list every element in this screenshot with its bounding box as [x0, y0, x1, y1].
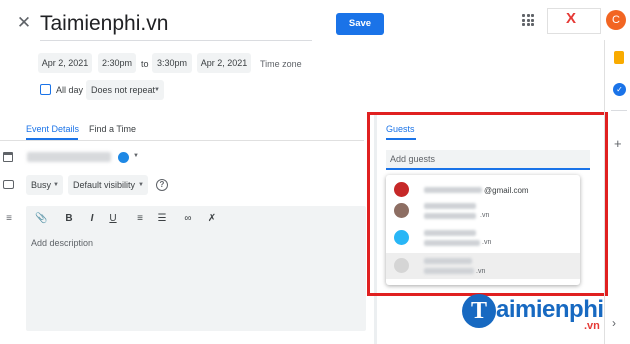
title-underline: [40, 40, 312, 41]
calendar-name-blurred[interactable]: [27, 152, 111, 162]
all-day-label[interactable]: All day: [56, 85, 83, 95]
start-time-chip[interactable]: 2:30pm: [98, 53, 136, 73]
tabs-divider: [0, 140, 364, 141]
calendar-icon: [3, 152, 13, 162]
italic-button[interactable]: I: [86, 213, 98, 224]
to-label: to: [141, 59, 149, 69]
visibility-value: Default visibility: [73, 180, 136, 190]
description-editor[interactable]: [26, 206, 366, 331]
notes-icon: ≡: [6, 213, 12, 224]
attachment-icon[interactable]: 📎: [35, 213, 47, 224]
end-date-chip[interactable]: Apr 2, 2021: [197, 53, 251, 73]
add-addon-icon[interactable]: +: [614, 136, 622, 151]
avatar[interactable]: C: [606, 10, 626, 30]
chevron-down-icon: ▼: [138, 182, 144, 188]
apps-grid-icon[interactable]: [522, 14, 534, 26]
chevron-down-icon: ▼: [154, 87, 160, 93]
status-value: Busy: [31, 180, 52, 190]
close-icon[interactable]: ✕: [14, 13, 34, 33]
repeat-select[interactable]: Does not repeat ▼: [86, 80, 164, 100]
highlight-frame: [367, 112, 608, 296]
event-title[interactable]: Taimienphi.vn: [40, 12, 168, 36]
keep-icon[interactable]: [614, 51, 624, 64]
numbered-list-icon[interactable]: ≡: [134, 213, 146, 224]
save-button[interactable]: Save: [336, 13, 384, 35]
bulleted-list-icon[interactable]: ☰: [156, 213, 168, 224]
briefcase-icon: [3, 180, 14, 189]
tab-find-a-time[interactable]: Find a Time: [89, 124, 136, 134]
rail-separator: [611, 110, 627, 111]
brand-logo-mark: X: [566, 10, 577, 27]
start-date-chip[interactable]: Apr 2, 2021: [38, 53, 92, 73]
watermark-suffix: .vn: [584, 320, 600, 332]
bold-button[interactable]: B: [63, 213, 75, 224]
all-day-checkbox[interactable]: [40, 84, 51, 95]
watermark-logo: T: [462, 294, 496, 328]
chevron-right-icon[interactable]: ›: [612, 316, 616, 330]
description-placeholder[interactable]: Add description: [31, 238, 93, 248]
repeat-value: Does not repeat: [91, 85, 156, 95]
underline-button[interactable]: U: [107, 213, 119, 224]
chevron-down-icon[interactable]: ▼: [133, 153, 139, 159]
chevron-down-icon: ▼: [53, 182, 59, 188]
link-icon[interactable]: ∞: [182, 213, 194, 224]
tasks-icon[interactable]: ✓: [613, 83, 626, 96]
time-zone-link[interactable]: Time zone: [260, 59, 302, 69]
end-time-chip[interactable]: 3:30pm: [152, 53, 192, 73]
tab-event-details[interactable]: Event Details: [26, 124, 79, 134]
help-icon[interactable]: ?: [156, 179, 168, 191]
side-panel-border: [604, 40, 605, 344]
calendar-color-swatch[interactable]: [118, 152, 129, 163]
status-select[interactable]: Busy ▼: [26, 175, 63, 195]
clear-formatting-icon[interactable]: ✗: [206, 213, 218, 224]
visibility-select[interactable]: Default visibility ▼: [68, 175, 148, 195]
